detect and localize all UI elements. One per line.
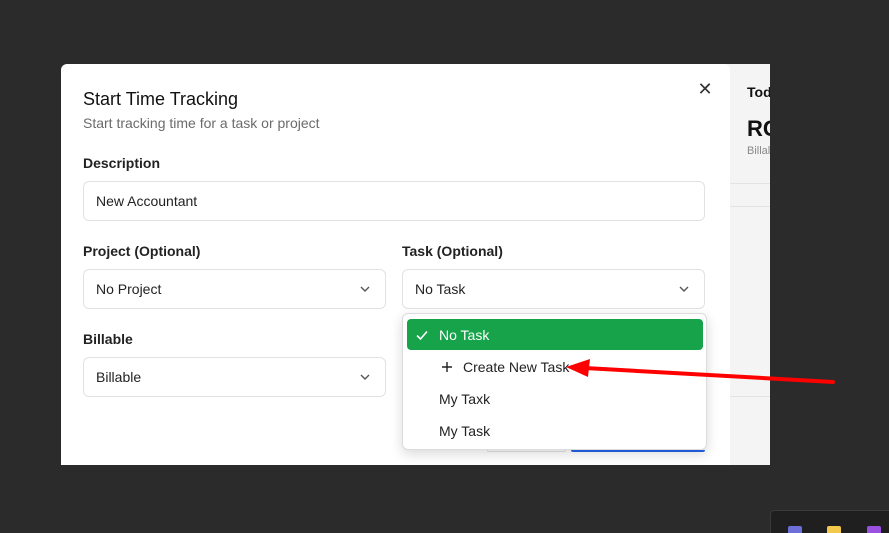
description-input[interactable]: New Accountant: [83, 181, 705, 221]
task-dropdown-menu: No Task Create New Task My Taxk My Task: [402, 313, 707, 450]
option-label: My Taxk: [439, 391, 491, 407]
project-select-value: No Project: [96, 281, 162, 297]
project-select[interactable]: No Project: [83, 269, 386, 309]
billable-select[interactable]: Billable: [83, 357, 386, 397]
start-button[interactable]: [571, 450, 705, 452]
task-label: Task (Optional): [402, 243, 503, 259]
app-icon[interactable]: [788, 526, 802, 533]
task-select[interactable]: No Task: [402, 269, 705, 309]
dropdown-option-my-task[interactable]: My Task: [407, 415, 703, 446]
chevron-down-icon: [360, 374, 370, 380]
chevron-down-icon: [360, 286, 370, 292]
divider: [730, 396, 770, 397]
description-label: Description: [83, 155, 161, 171]
project-label: Project (Optional): [83, 243, 201, 259]
check-icon: [416, 330, 428, 341]
dropdown-option-create-new-task[interactable]: Create New Task: [407, 351, 703, 382]
plus-icon: [442, 362, 452, 372]
billable-label: Billable: [83, 331, 133, 347]
background-card-label: Tod: [747, 84, 770, 100]
dialog-subtitle: Start tracking time for a task or projec…: [83, 115, 320, 131]
divider: [730, 206, 770, 207]
background-card-sub: Billal: [747, 145, 770, 157]
option-label: My Task: [439, 423, 491, 439]
app-icon[interactable]: [827, 526, 841, 533]
option-label: No Task: [439, 327, 490, 343]
dialog-title: Start Time Tracking: [83, 89, 239, 109]
divider: [730, 183, 770, 184]
billable-select-value: Billable: [96, 369, 142, 385]
option-label: Create New Task: [463, 359, 570, 375]
taskbar: [770, 510, 889, 533]
dropdown-option-no-task[interactable]: No Task: [407, 319, 703, 350]
background-card-value: RC: [747, 116, 770, 141]
cancel-button[interactable]: [487, 450, 566, 452]
app-icon[interactable]: [867, 526, 881, 533]
close-icon[interactable]: ✕: [697, 80, 713, 98]
chevron-down-icon: [679, 286, 689, 292]
task-select-value: No Task: [415, 281, 466, 297]
dropdown-option-my-taxk[interactable]: My Taxk: [407, 383, 703, 414]
